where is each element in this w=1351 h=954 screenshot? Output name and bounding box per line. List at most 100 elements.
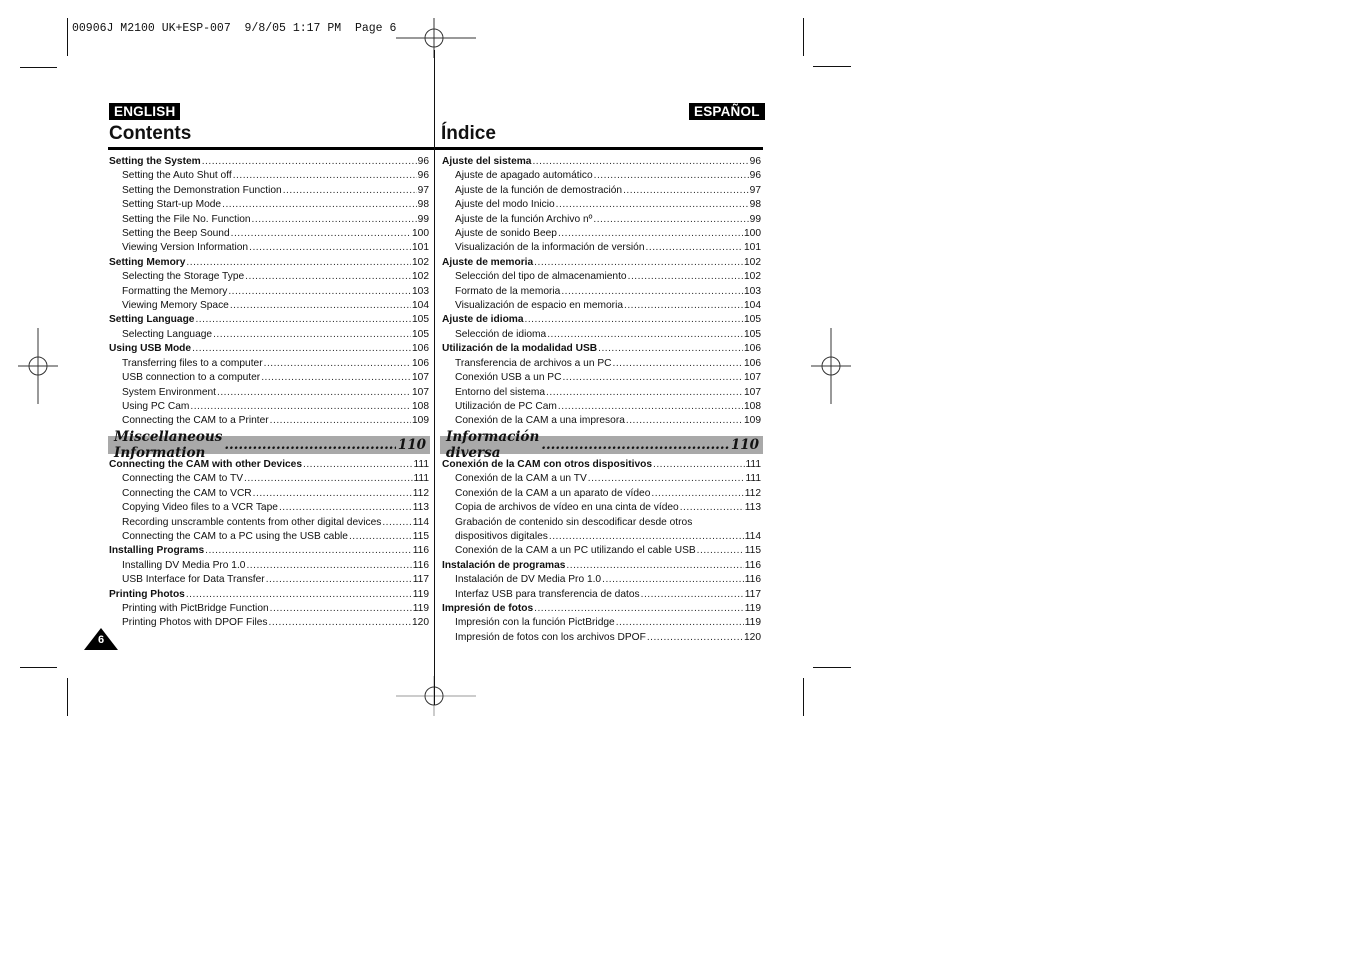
spanish-toc-section-1: Ajuste del sistema96Ajuste de apagado au… — [442, 155, 761, 429]
toc-entry-title: Entorno del sistema — [455, 386, 546, 398]
leader-dots — [249, 241, 411, 255]
toc-entry: Ajuste de memoria 102 — [442, 256, 761, 270]
toc-entry-page: 105 — [744, 314, 761, 326]
toc-entry: Entorno del sistema 107 — [442, 386, 761, 400]
toc-entry-page: 97 — [417, 184, 429, 196]
toc-entry: Ajuste de sonido Beep 100 — [442, 227, 761, 241]
leader-dots — [253, 487, 412, 501]
crop-mark — [813, 667, 851, 668]
leader-dots — [547, 328, 743, 342]
leader-dots — [612, 357, 743, 371]
toc-entry-page: 96 — [417, 170, 429, 182]
toc-entry-page: 111 — [413, 459, 429, 470]
registration-mark-top — [396, 18, 476, 58]
toc-entry-title: Utilización de la modalidad USB — [442, 343, 598, 355]
toc-entry-page: 119 — [744, 617, 761, 629]
toc-entry-title: Selección de idioma — [455, 328, 547, 340]
leader-dots — [205, 544, 412, 558]
leader-dots — [224, 437, 396, 453]
toc-entry: Selección del tipo de almacenamiento 102 — [442, 270, 761, 284]
leader-dots — [195, 313, 411, 327]
toc-entry: Grabación de contenido sin descodificar … — [442, 516, 761, 530]
toc-entry-title: Impresión de fotos con los archivos DPOF — [455, 631, 646, 643]
toc-entry: Setting the Auto Shut off 96 — [109, 169, 429, 183]
toc-entry-title: Connecting the CAM to a PC using the USB… — [122, 531, 348, 543]
leader-dots — [532, 155, 748, 169]
toc-entry: Setting the Demonstration Function 97 — [109, 184, 429, 198]
toc-entry-title: Instalación de DV Media Pro 1.0 — [455, 574, 602, 586]
english-misc-heading: Miscellaneous Information 110 — [108, 429, 430, 461]
toc-entry-page: 102 — [744, 271, 761, 283]
toc-entry-title: Visualización de la información de versi… — [455, 242, 645, 254]
toc-entry-title: Connecting the CAM to a Printer — [122, 415, 269, 427]
toc-entry: Copia de archivos de vídeo en una cinta … — [442, 501, 761, 515]
leader-dots — [222, 198, 417, 212]
toc-entry-page: 116 — [412, 545, 429, 557]
toc-entry-title: Selecting Language — [122, 328, 213, 340]
toc-entry: Impresión de fotos 119 — [442, 602, 761, 616]
crop-mark — [813, 66, 851, 67]
toc-entry: Setting Memory 102 — [109, 256, 429, 270]
toc-entry: Selecting the Storage Type 102 — [109, 270, 429, 284]
toc-entry-title: Setting Language — [109, 314, 195, 326]
toc-entry-title: Interfaz USB para transferencia de datos — [455, 588, 640, 600]
leader-dots — [646, 241, 743, 255]
toc-entry-title: Transferencia de archivos a un PC — [455, 357, 612, 369]
leader-dots — [202, 155, 417, 169]
toc-entry: Viewing Memory Space 104 — [109, 299, 429, 313]
toc-entry-page: 105 — [412, 314, 429, 326]
toc-entry-page: 119 — [412, 588, 429, 600]
leader-dots — [269, 616, 411, 630]
toc-entry: Ajuste de la función Archivo nº 99 — [442, 213, 761, 227]
leader-dots — [680, 501, 744, 515]
toc-entry-title: Formato de la memoria — [455, 285, 561, 297]
page-number: 6 — [97, 634, 105, 646]
toc-entry-page: 107 — [412, 386, 429, 398]
toc-entry-page: 96 — [749, 156, 761, 167]
toc-entry-page: 102 — [412, 271, 429, 283]
toc-entry-page: 105 — [412, 328, 429, 340]
toc-entry-page: 96 — [417, 156, 429, 167]
toc-entry-page: 106 — [744, 357, 761, 369]
crop-mark — [67, 678, 68, 716]
toc-entry: Conexión de la CAM a una impresora 109 — [442, 414, 761, 428]
toc-entry: Ajuste de la función de demostración 97 — [442, 184, 761, 198]
toc-entry: Impresión con la función PictBridge 119 — [442, 616, 761, 630]
toc-entry-page: 99 — [417, 213, 429, 225]
toc-entry: Connecting the CAM with other Devices 111 — [109, 458, 429, 472]
title-rule-english — [108, 147, 434, 150]
registration-mark-right — [811, 328, 851, 404]
leader-dots — [594, 169, 749, 183]
toc-entry: Connecting the CAM to a PC using the USB… — [109, 530, 429, 544]
toc-entry: dispositivos digitales 114 — [442, 530, 761, 544]
leader-dots — [623, 184, 749, 198]
toc-entry-title: Using USB Mode — [109, 343, 192, 355]
toc-entry: Using USB Mode 106 — [109, 342, 429, 356]
leader-dots — [549, 530, 744, 544]
toc-entry-title: Visualización de espacio en memoria — [455, 300, 623, 312]
toc-entry-title: Setting Start-up Mode — [122, 199, 222, 211]
toc-entry-title: Conexión USB a un PC — [455, 372, 562, 384]
toc-entry-page: 102 — [412, 256, 429, 268]
toc-entry-title: Utilización de PC Cam — [455, 400, 557, 412]
toc-entry-title: Selección del tipo de almacenamiento — [455, 271, 627, 283]
misc-heading-page: 110 — [730, 437, 759, 453]
misc-heading-page: 110 — [397, 437, 426, 453]
toc-entry: Setting Language 105 — [109, 313, 429, 327]
toc-entry-title: Setting the Beep Sound — [122, 228, 230, 240]
misc-heading-text: Información diversa — [446, 429, 540, 461]
toc-entry-title: Conexión de la CAM a un PC utilizando el… — [455, 545, 696, 557]
toc-entry: Printing with PictBridge Function 119 — [109, 602, 429, 616]
toc-entry: Connecting the CAM to TV 111 — [109, 472, 429, 486]
indice-title: Índice — [441, 123, 496, 144]
english-toc-section-1: Setting the System96Setting the Auto Shu… — [109, 155, 429, 429]
toc-entry-page: 100 — [412, 228, 429, 240]
leader-dots — [230, 299, 411, 313]
registration-mark-bottom — [396, 676, 476, 716]
leader-dots — [558, 400, 743, 414]
toc-entry-page: 108 — [744, 400, 761, 412]
toc-entry: Conexión de la CAM con otros dispositivo… — [442, 458, 761, 472]
leader-dots — [641, 588, 744, 602]
leader-dots — [233, 169, 417, 183]
toc-entry: System Environment 107 — [109, 386, 429, 400]
